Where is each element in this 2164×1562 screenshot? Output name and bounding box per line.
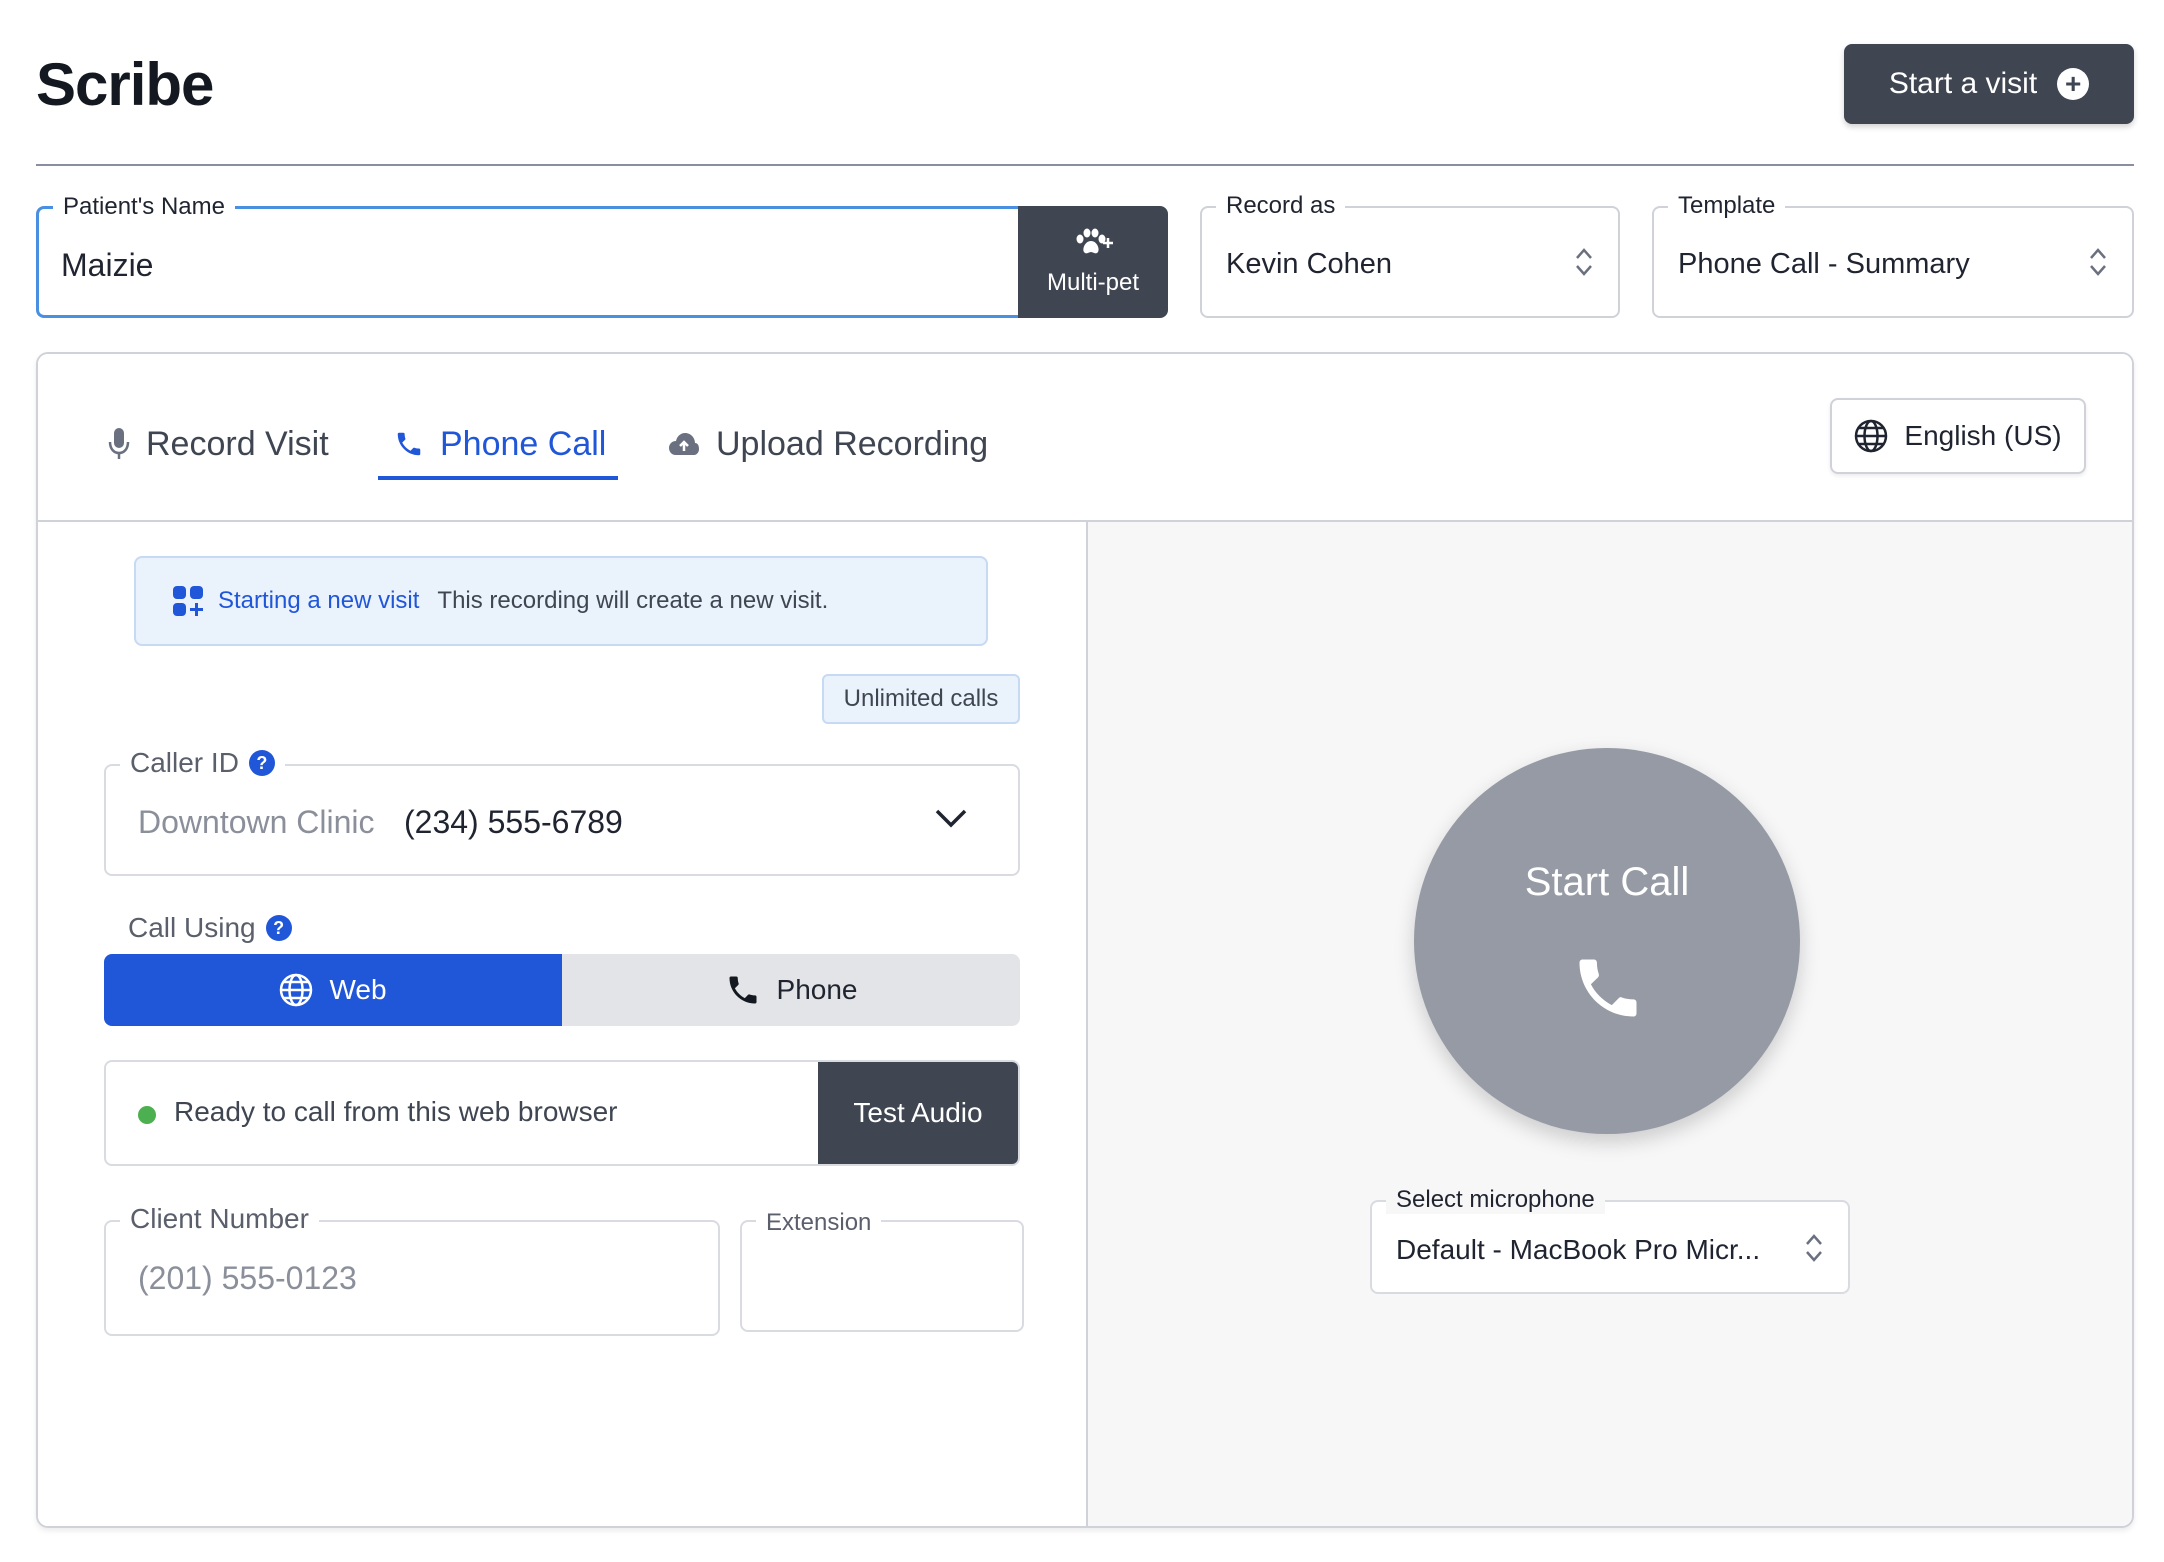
multi-pet-label: Multi-pet xyxy=(1046,268,1140,296)
client-number-placeholder: (201) 555-0123 xyxy=(138,1260,357,1296)
page-title: Scribe xyxy=(36,51,214,118)
chevron-up-down-icon xyxy=(1806,1234,1822,1262)
tab-label: Upload Recording xyxy=(716,424,989,463)
active-tab-indicator xyxy=(378,476,618,480)
browser-status: Ready to call from this web browser Test… xyxy=(104,1060,1020,1166)
extension-label: Extension xyxy=(756,1206,882,1240)
caller-id-number: (234) 555-6789 xyxy=(404,804,623,840)
client-number-field[interactable]: Client Number (201) 555-0123 xyxy=(104,1202,720,1336)
tab-bar: Record Visit Phone Call Upload Recording… xyxy=(38,354,2132,522)
call-using-web-option[interactable]: Web xyxy=(104,954,562,1026)
new-visit-notice: Starting a new visit This recording will… xyxy=(134,556,988,646)
cloud-upload-icon xyxy=(669,433,699,455)
call-using-toggle: Web Phone xyxy=(104,954,1020,1026)
multi-pet-button[interactable]: Multi-pet xyxy=(1018,206,1168,318)
unlimited-calls-badge: Unlimited calls xyxy=(822,674,1020,724)
record-as-value: Kevin Cohen xyxy=(1226,248,1393,280)
globe-icon xyxy=(280,973,313,1007)
apps-add-icon xyxy=(173,586,203,616)
call-settings-pane: Starting a new visit This recording will… xyxy=(38,522,1088,1526)
caller-id-clinic: Downtown Clinic xyxy=(138,804,375,840)
test-audio-button[interactable]: Test Audio xyxy=(818,1062,1018,1164)
call-using-legend: Call Using ? xyxy=(128,912,292,944)
start-call-button[interactable]: Start Call xyxy=(1414,748,1800,1134)
microphone-select[interactable]: Select microphone Default - MacBook Pro … xyxy=(1370,1186,1850,1294)
tab-phone-call[interactable]: Phone Call xyxy=(394,414,606,474)
call-using-phone-option[interactable]: Phone xyxy=(562,954,1020,1026)
globe-icon xyxy=(1855,419,1888,453)
status-message: Ready to call from this web browser xyxy=(174,1096,618,1127)
help-icon[interactable]: ? xyxy=(248,750,275,776)
client-number-label: Client Number xyxy=(120,1202,319,1236)
microphone-label: Select microphone xyxy=(1386,1186,1605,1214)
patient-name-value[interactable]: Maizie xyxy=(61,247,153,284)
recording-card: Record Visit Phone Call Upload Recording… xyxy=(36,352,2134,1528)
patient-name-field[interactable]: Patient's Name Maizie xyxy=(36,193,1018,318)
record-as-select[interactable]: Record as Kevin Cohen xyxy=(1200,192,1620,318)
phone-icon xyxy=(1579,959,1637,1017)
chevron-up-down-icon xyxy=(2090,248,2106,276)
caller-id-legend: Caller ID ? xyxy=(120,746,285,780)
tab-label: Record Visit xyxy=(146,424,329,463)
help-icon[interactable]: ? xyxy=(265,915,292,941)
notice-title: Starting a new visit xyxy=(218,587,420,614)
tab-label: Phone Call xyxy=(440,424,607,463)
status-dot xyxy=(138,1106,156,1124)
microphone-value: Default - MacBook Pro Micr... xyxy=(1396,1234,1761,1265)
template-label: Template xyxy=(1668,192,1786,220)
start-call-label: Start Call xyxy=(1524,860,1690,904)
patient-name-label: Patient's Name xyxy=(53,193,235,221)
chevron-down-icon xyxy=(935,809,967,828)
paw-plus-icon xyxy=(1073,228,1113,263)
template-select[interactable]: Template Phone Call - Summary xyxy=(1652,192,2134,318)
caller-id-label: Caller ID xyxy=(130,747,239,778)
language-label: English (US) xyxy=(1904,420,2062,451)
extension-field[interactable]: Extension xyxy=(740,1206,1024,1332)
phone-option-label: Phone xyxy=(776,974,858,1005)
record-as-label: Record as xyxy=(1216,192,1346,220)
start-visit-button[interactable]: Start a visit + xyxy=(1844,44,2134,124)
notice-message: This recording will create a new visit. xyxy=(437,587,829,614)
microphone-icon xyxy=(108,428,130,459)
phone-icon xyxy=(397,432,421,456)
tab-record-visit[interactable]: Record Visit xyxy=(108,414,329,474)
web-option-label: Web xyxy=(329,974,387,1005)
chevron-up-down-icon xyxy=(1576,248,1592,276)
template-value: Phone Call - Summary xyxy=(1678,248,1970,280)
tab-upload-recording[interactable]: Upload Recording xyxy=(668,414,988,474)
plus-circle-icon: + xyxy=(2057,68,2090,100)
phone-icon xyxy=(729,976,757,1004)
call-using-label: Call Using xyxy=(128,912,256,943)
caller-id-select[interactable]: Caller ID ? Downtown Clinic (234) 555-67… xyxy=(104,746,1020,876)
header-divider xyxy=(36,164,2134,166)
start-visit-label: Start a visit xyxy=(1888,67,2038,100)
language-button[interactable]: English (US) xyxy=(1830,398,2086,474)
